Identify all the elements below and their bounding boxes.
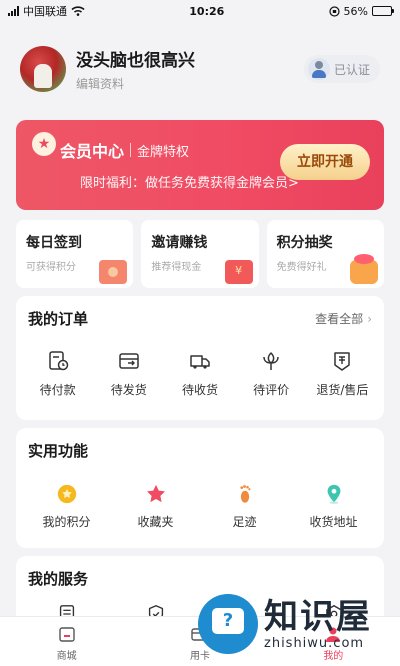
services-title: 我的服务: [28, 570, 89, 588]
verified-label: 已认证: [333, 62, 370, 77]
after-sales-icon: [334, 352, 351, 371]
tools-panel: 实用功能 我的积分 收藏夹 足迹 收货地址: [16, 428, 384, 548]
battery-icon: [372, 6, 394, 16]
quick-card-title: 每日签到: [26, 235, 82, 251]
order-after-sales[interactable]: 退货/售后: [310, 349, 374, 398]
tool-footprints[interactable]: 足迹: [209, 483, 281, 530]
order-pending-payment[interactable]: 待付款: [26, 349, 90, 398]
vip-title: 会员中心: [60, 142, 125, 161]
order-label: 待发货: [110, 383, 147, 397]
tab-shop[interactable]: 商城: [27, 624, 107, 662]
tool-label: 收藏夹: [137, 515, 174, 529]
tool-label: 足迹: [232, 515, 257, 529]
gift-box-icon: [349, 254, 378, 284]
quick-card-title: 邀请赚钱: [151, 235, 208, 251]
view-all-orders-link[interactable]: 查看全部 ›: [315, 310, 372, 327]
profile-header: 没头脑也很高兴 编辑资料 已认证: [0, 22, 400, 98]
review-flower-icon: [263, 352, 279, 370]
orders-header: 我的订单 查看全部 ›: [16, 296, 384, 329]
signal-icon: [8, 6, 19, 16]
footprint-icon: [239, 485, 250, 503]
tool-my-points[interactable]: 我的积分: [31, 483, 103, 530]
delivery-truck-icon: [190, 355, 210, 369]
edit-profile-link[interactable]: 编辑资料: [76, 75, 304, 92]
order-label: 退货/售后: [316, 383, 369, 397]
vip-subtitle: 金牌特权: [137, 144, 190, 160]
tool-favorites[interactable]: 收藏夹: [120, 483, 192, 530]
payment-pending-icon: [48, 351, 68, 371]
orders-title: 我的订单: [28, 310, 89, 328]
orientation-lock-icon: [328, 5, 340, 17]
order-pending-receipt[interactable]: 待收货: [168, 349, 232, 398]
status-right: 56%: [328, 4, 394, 18]
order-pending-shipment[interactable]: 待发货: [97, 349, 161, 398]
order-pending-review[interactable]: 待评价: [239, 349, 303, 398]
tab-label: 商城: [56, 651, 77, 662]
verified-badge[interactable]: 已认证: [303, 55, 380, 83]
verified-user-icon: [307, 58, 330, 80]
watermark-text: 知识屋 zhishiwu.com: [264, 598, 372, 651]
profile-text: 没头脑也很高兴 编辑资料: [76, 46, 304, 92]
open-vip-button[interactable]: 立即开通: [280, 144, 370, 180]
avatar[interactable]: [20, 46, 66, 92]
watermark-cn: 知识屋: [264, 596, 372, 637]
tools-title: 实用功能: [28, 442, 89, 460]
vip-divider: [130, 143, 132, 157]
order-label: 待评价: [253, 383, 290, 397]
tool-label: 我的积分: [42, 515, 91, 529]
vip-crown-icon: ★: [32, 132, 56, 156]
orders-panel: 我的订单 查看全部 › 待付款 待发货 待收货 待评价 退货/售后: [16, 296, 384, 420]
order-status-list: 待付款 待发货 待收货 待评价 退货/售后: [16, 329, 384, 398]
chevron-right-icon: ›: [367, 312, 372, 326]
points-coin-icon: [57, 484, 76, 504]
tools-list: 我的积分 收藏夹 足迹 收货地址: [16, 461, 384, 530]
status-left: 中国联通: [8, 3, 85, 19]
view-all-label: 查看全部: [315, 312, 364, 326]
quick-card-lottery[interactable]: 积分抽奖 免费得好礼: [266, 220, 384, 288]
watermark-en: zhishiwu.com: [264, 635, 365, 651]
quick-card-checkin[interactable]: 每日签到 可获得积分: [16, 220, 134, 288]
money-envelope-icon: ¥: [224, 260, 253, 284]
shop-icon: [58, 627, 75, 642]
order-label: 待付款: [39, 383, 76, 397]
user-name: 没头脑也很高兴: [76, 51, 195, 71]
site-watermark: ? 知识屋 zhishiwu.com: [198, 588, 394, 660]
shipping-pending-icon: [119, 353, 139, 369]
wifi-icon: [71, 6, 85, 16]
clock: 10:26: [189, 4, 225, 18]
quick-card-title: 积分抽奖: [276, 235, 333, 251]
tool-addresses[interactable]: 收货地址: [298, 483, 370, 530]
vip-banner[interactable]: ★ 会员中心 金牌特权 限时福利：做任务免费获得金牌会员> 立即开通: [16, 120, 384, 210]
services-header: 我的服务: [16, 556, 384, 589]
status-bar: 中国联通 10:26 56%: [0, 0, 400, 22]
carrier-label: 中国联通: [23, 5, 67, 18]
star-icon: [146, 484, 165, 503]
tools-header: 实用功能: [16, 428, 384, 461]
quick-card-invite[interactable]: 邀请赚钱 推荐得现金 ¥: [141, 220, 259, 288]
order-label: 待收货: [181, 383, 218, 397]
quick-cards: 每日签到 可获得积分 邀请赚钱 推荐得现金 ¥ 积分抽奖 免费得好礼: [16, 220, 384, 288]
watermark-help-icon: ?: [198, 594, 258, 654]
battery-percent: 56%: [343, 4, 368, 18]
tool-label: 收货地址: [309, 515, 358, 529]
red-envelope-icon: [99, 260, 128, 284]
location-pin-icon: [327, 484, 340, 504]
